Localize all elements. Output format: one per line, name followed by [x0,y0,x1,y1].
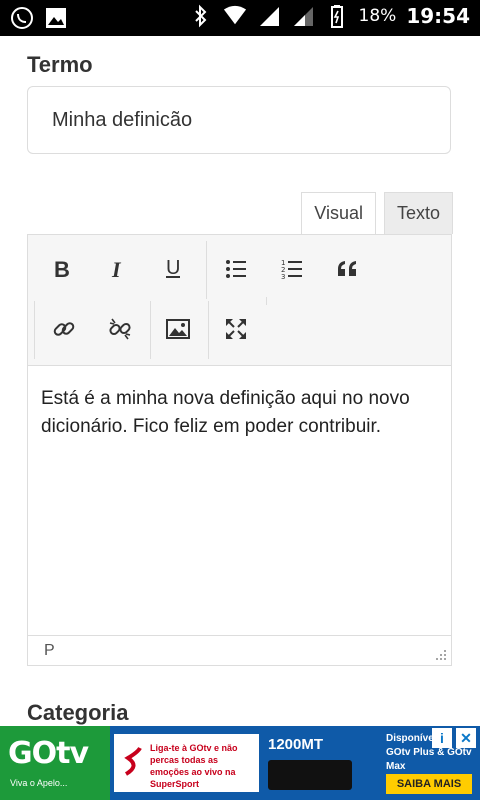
rich-text-editor: B I U 123 Está é a minha nova definição … [27,234,452,666]
svg-text:I: I [111,258,122,280]
editor-content[interactable]: Está é a minha nova definição aqui no no… [41,385,431,441]
image-icon [44,6,68,30]
ad-info-icon[interactable]: i [432,728,452,748]
clock: 19:54 [406,4,470,28]
bluetooth-icon [189,4,213,28]
category-label: Categoria [27,700,129,725]
fullscreen-icon[interactable] [216,309,256,349]
editor-tabs: Visual Texto [301,192,453,234]
bullet-list-icon[interactable] [216,249,256,289]
unlink-icon[interactable] [100,309,140,349]
ad-close-icon[interactable]: ✕ [456,728,476,748]
ad-message-panel: Liga-te à GOtv e não percas todas as emo… [114,734,259,792]
term-label: Termo [27,52,93,77]
tab-text[interactable]: Texto [383,192,453,234]
term-input[interactable]: Minha definicão [27,86,451,154]
ad-logo-subtitle: Viva o Apelo... [10,778,68,788]
blockquote-icon[interactable] [328,249,368,289]
italic-icon[interactable]: I [98,249,138,289]
whatsapp-icon [10,6,34,30]
ad-price: 1200MT [268,736,324,753]
status-bar: 18% 19:54 [0,0,480,36]
ad-banner[interactable]: GOtv Viva o Apelo... Liga-te à GOtv e nã… [0,726,480,800]
ad-message: Liga-te à GOtv e não percas todas as emo… [150,743,238,789]
svg-text:B: B [54,258,70,280]
element-path: P [44,642,55,659]
tab-visual[interactable]: Visual [301,192,376,234]
numbered-list-icon[interactable]: 123 [272,249,312,289]
signal-icon [257,4,281,28]
bold-icon[interactable]: B [42,249,82,289]
supersport-icon [124,746,142,776]
resize-handle-icon[interactable] [435,649,447,661]
editor-statusbar: P [28,635,451,665]
battery-icon [325,4,349,28]
ad-cta-button[interactable]: SAIBA MAIS [386,774,472,794]
svg-text:U: U [166,258,180,279]
editor-toolbar: B I U 123 [28,235,451,366]
wifi-icon [223,4,247,28]
decoder-image [268,760,352,790]
term-input-value: Minha definicão [52,109,193,131]
signal-icon [291,4,315,28]
underline-icon[interactable]: U [154,249,194,289]
svg-text:3: 3 [281,273,285,280]
ad-logo-panel: GOtv Viva o Apelo... [0,726,110,800]
link-icon[interactable] [44,309,84,349]
ad-logo: GOtv [8,736,89,771]
battery-percent: 18% [358,6,397,26]
image-icon[interactable] [158,309,198,349]
